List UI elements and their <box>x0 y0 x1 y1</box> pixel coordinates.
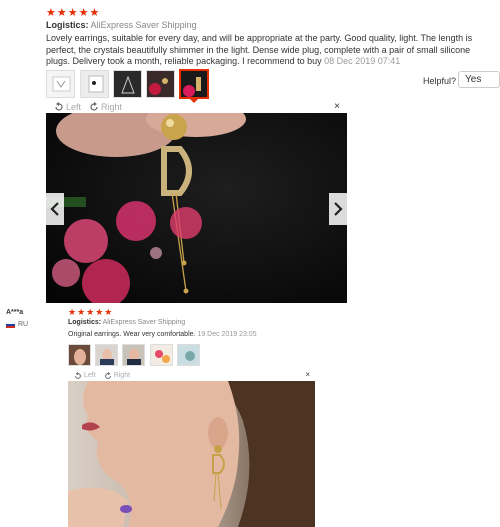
thumbnail-image <box>121 75 135 94</box>
thumbnail-image <box>100 349 114 365</box>
review1-date: 08 Dec 2019 07:41 <box>324 56 401 66</box>
reviewer-name: A***a <box>6 309 24 316</box>
review2-thumbnail-4[interactable] <box>150 344 173 366</box>
review2-body: Original earrings. Wear very comfortable… <box>68 331 196 338</box>
thumbnail-image <box>88 75 104 93</box>
review1-thumbnail-2[interactable] <box>80 70 109 98</box>
rotate-left-label: Left <box>84 372 96 379</box>
review1-body: Lovely earrings, suitable for every day,… <box>46 33 473 66</box>
review2-main-photo <box>68 381 315 527</box>
rotate-right-icon <box>104 371 111 379</box>
review2-rating-stars: ★★★★★ <box>68 307 114 317</box>
review2-text: Original earrings. Wear very comfortable… <box>68 331 257 338</box>
review1-logistics: Logistics: AliExpress Saver Shipping <box>46 20 197 30</box>
review2-photo-toolbar: Left Right × <box>74 370 314 381</box>
rotate-right-label: Right <box>101 102 123 112</box>
thumbnail-image <box>185 351 195 361</box>
close-icon[interactable]: × <box>305 370 310 379</box>
review2-logistics: Logistics: AliExpress Saver Shipping <box>68 319 185 326</box>
rotate-right-button[interactable]: Right <box>89 102 122 112</box>
review2-thumbnail-5[interactable] <box>177 344 200 366</box>
logistics-value: AliExpress Saver Shipping <box>102 319 186 326</box>
thumbnail-image <box>183 77 201 97</box>
rotate-right-button[interactable]: Right <box>104 371 131 380</box>
thumbnail-image <box>52 76 71 92</box>
review1-main-photo <box>46 113 347 303</box>
reviewer-country: RU <box>6 321 28 328</box>
logistics-value: AliExpress Saver Shipping <box>90 20 197 30</box>
review1-photo-toolbar: Left Right × <box>54 101 344 113</box>
earring-photo <box>46 113 347 303</box>
review1-text: Lovely earrings, suitable for every day,… <box>46 33 476 68</box>
rotate-right-label: Right <box>113 372 131 379</box>
helpful-yes-label: Yes <box>465 74 482 85</box>
review1-thumbnail-5-selected[interactable] <box>179 69 209 99</box>
previous-photo-button[interactable] <box>46 193 64 225</box>
review2-thumbnail-3[interactable] <box>122 344 145 366</box>
logistics-label: Logistics: <box>68 319 102 326</box>
review1-rating-stars: ★★★★★ <box>46 7 101 19</box>
next-photo-button[interactable] <box>329 193 347 225</box>
review2-thumbnail-1[interactable] <box>68 344 91 366</box>
logistics-label: Logistics: <box>46 20 89 30</box>
thumbnail-image <box>149 78 168 95</box>
rotate-left-icon <box>55 102 63 111</box>
review2-thumbnail-2[interactable] <box>95 344 118 366</box>
review1-thumbnail-4[interactable] <box>146 70 175 98</box>
rotate-left-button[interactable]: Left <box>74 371 96 380</box>
country-code: RU <box>18 321 29 328</box>
thumbnail-image <box>74 349 86 365</box>
model-wearing-earring-photo <box>68 381 315 527</box>
chevron-left-icon <box>50 202 59 216</box>
chevron-right-icon <box>334 202 343 216</box>
rotate-left-icon <box>75 371 81 379</box>
rotate-right-icon <box>90 102 98 111</box>
close-icon[interactable]: × <box>334 101 340 112</box>
thumbnail-image <box>155 350 170 363</box>
helpful-label: Helpful? <box>423 76 457 86</box>
rotate-left-label: Left <box>66 102 82 112</box>
review2-date: 19 Dec 2019 23:05 <box>197 331 257 338</box>
review1-thumbnail-1[interactable] <box>46 70 75 98</box>
thumbnail-image <box>127 349 141 365</box>
helpful-yes-button[interactable]: Yes <box>458 71 500 88</box>
russia-flag-icon <box>6 321 15 328</box>
review1-thumbnail-3[interactable] <box>113 70 142 98</box>
rotate-left-button[interactable]: Left <box>54 102 81 112</box>
